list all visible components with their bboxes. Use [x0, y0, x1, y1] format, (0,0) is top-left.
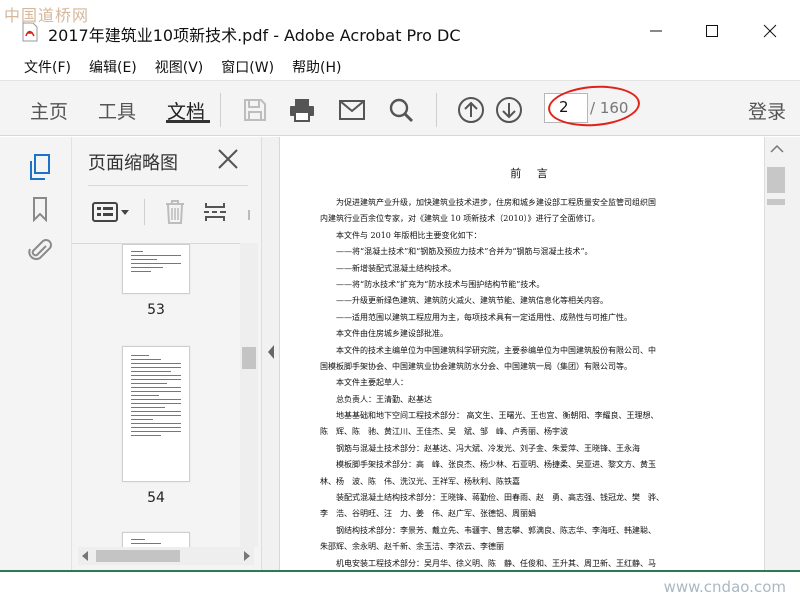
scroll-up-icon[interactable] — [769, 141, 785, 157]
close-panel-icon[interactable] — [216, 147, 242, 173]
main-toolbar: 主页 工具 文档 2 / 160 登录 — [0, 80, 800, 136]
tab-home[interactable]: 主页 — [30, 97, 68, 124]
page-down-icon[interactable] — [494, 95, 524, 125]
window-title: 2017年建筑业10项新技术.pdf - Adobe Acrobat Pro D… — [48, 26, 461, 45]
panel-divider — [88, 185, 248, 186]
close-window-button[interactable] — [750, 16, 790, 46]
thumbnail-page-label: 54 — [147, 490, 165, 506]
thumbnail-scrollbar[interactable] — [240, 243, 258, 547]
email-icon[interactable] — [337, 95, 367, 125]
page-up-icon[interactable] — [456, 95, 486, 125]
scrollbar-thumb[interactable] — [767, 167, 785, 193]
document-line: 钢筋与混凝土技术部分：赵基达、冯大斌、冷发光、刘子金、朱爱萍、王晓锋、王永海 — [336, 443, 640, 453]
page-thumbnails-icon[interactable] — [26, 153, 54, 181]
thumbnail-options-icon[interactable] — [90, 197, 132, 227]
panel-tool-divider — [144, 199, 145, 225]
toolbar-divider — [436, 93, 437, 127]
document-heading: 前 言 — [510, 167, 554, 180]
more-tools-icon[interactable] — [244, 197, 254, 227]
document-line: 国模板脚手架协会、中国建筑业协会建筑防水分会、中国建筑一局（集团）有限公司等。 — [320, 361, 632, 371]
menu-edit[interactable]: 编辑(E) — [89, 57, 137, 77]
menu-help[interactable]: 帮助(H) — [292, 57, 341, 77]
document-line: 机电安装工程技术部分：吴月华、徐义明、陈 静、任俊和、王升其、周卫新、王红静、马 — [336, 558, 656, 568]
rotate-page-icon[interactable] — [202, 197, 228, 227]
document-line: 陈 辉、陈 驰、黄江川、王佳杰、吴 斌、邹 峰、卢秀丽、杨宇波 — [320, 427, 568, 437]
document-line: 为促进建筑产业升级，加快建筑业技术进步，住房和城乡建设部工程质量安全监管司组织国 — [336, 198, 656, 207]
document-line: 总负责人：王清勤、赵基达 — [336, 394, 432, 404]
document-line: ——将“防水技术”扩充为“防水技术与围护结构节能”技术。 — [336, 279, 545, 289]
document-line: 钢结构技术部分：李景芳、戴立先、韦疆宇、曾志攀、郭满良、陈志华、李海旺、韩建聪、 — [336, 525, 656, 535]
scrollbar-marker — [767, 199, 785, 205]
document-line: 地基基础和地下空间工程技术部分： 高文生、王曙光、王也宜、衡朝阳、李耀良、王理想… — [336, 411, 659, 421]
document-scrollbar[interactable] — [764, 137, 800, 570]
scrollbar-thumb[interactable] — [242, 347, 256, 369]
document-line: ——适用范围以建筑工程应用为主，每项技术具有一定适用性、成熟性与可推广性。 — [336, 312, 632, 322]
menu-file[interactable]: 文件(F) — [24, 57, 71, 77]
document-body: 为促进建筑产业升级，加快建筑业技术进步，住房和城乡建设部工程质量安全监管司组织国… — [320, 195, 744, 570]
left-navigation-rail — [0, 137, 72, 570]
scrollbar-thumb[interactable] — [96, 550, 180, 562]
print-icon[interactable] — [287, 95, 317, 125]
bookmark-icon[interactable] — [26, 195, 54, 223]
document-line: 林、杨 波、陈 伟、洗汉光、王祥军、杨秋利、陈铁嘉 — [320, 476, 520, 486]
document-line: ——新增装配式混凝土结构技术。 — [336, 263, 456, 273]
active-tab-underline — [166, 120, 210, 123]
menu-bar: 文件(F) 编辑(E) 视图(V) 窗口(W) 帮助(H) — [0, 54, 800, 80]
title-bar: 2017年建筑业10项新技术.pdf - Adobe Acrobat Pro D… — [0, 0, 800, 52]
login-button[interactable]: 登录 — [748, 97, 786, 124]
pdf-page: 前 言 为促进建筑产业升级，加快建筑业技术进步，住房和城乡建设部工程质量安全监管… — [320, 137, 744, 570]
menu-window[interactable]: 窗口(W) — [221, 57, 274, 77]
collapse-panel-icon[interactable] — [267, 345, 275, 359]
save-icon[interactable] — [240, 95, 270, 125]
document-line: 朱邵辉、余永明、赵千新、余玉洁、李浓云、李德丽 — [320, 542, 504, 552]
document-line: 本文件与 2010 年版相比主要变化如下： — [336, 230, 482, 240]
document-view[interactable]: 前 言 为促进建筑产业升级，加快建筑业技术进步，住房和城乡建设部工程质量安全监管… — [280, 137, 764, 570]
toolbar-divider — [220, 93, 221, 127]
page-thumbnail-54[interactable] — [122, 346, 190, 482]
thumbnail-page-label: 53 — [147, 302, 165, 318]
thumbnail-panel: 页面缩略图 53 54 — [72, 137, 262, 570]
watermark-top-left: 中国道桥网 — [4, 6, 90, 25]
document-line: 模板脚手架技术部分：高 峰、张良杰、杨少林、石亚明、杨捷柔、吴亚进、黎文方、黄玉 — [336, 460, 656, 470]
document-line: 装配式混凝土结构技术部分：王晓锋、蒋勤俭、田春雨、赵 勇、高志强、钱冠龙、樊 骅… — [336, 493, 664, 503]
thumbnail-horizontal-scrollbar[interactable] — [78, 547, 254, 565]
watermark-bottom-right: www.cndao.com — [663, 578, 786, 596]
document-line: 本文件的技术主编单位为中国建筑科学研究院，主要参编单位为中国建筑股份有限公司、中 — [336, 345, 656, 355]
attachment-icon[interactable] — [26, 237, 54, 265]
document-line: ——将“混凝土技术”和“钢筋及预应力技术”合并为“钢筋与混凝土技术”。 — [336, 247, 593, 257]
delete-page-icon[interactable] — [162, 197, 188, 227]
search-icon[interactable] — [386, 95, 416, 125]
document-line: ——升级更新绿色建筑、建筑防火减火、建筑节能、建筑信息化等相关内容。 — [336, 296, 608, 306]
tab-tools[interactable]: 工具 — [98, 97, 136, 124]
document-line: 本文件由住房城乡建设部批准。 — [336, 329, 448, 339]
page-thumbnail-55[interactable] — [122, 532, 190, 547]
thumbnail-list[interactable]: 53 54 — [72, 243, 240, 547]
document-line: 本文件主要起草人： — [336, 378, 408, 388]
maximize-button[interactable] — [692, 16, 732, 46]
document-line: 李 浩、谷明旺、汪 力、姜 伟、赵广军、张德铝、周丽娟 — [320, 509, 536, 519]
panel-splitter[interactable] — [262, 137, 280, 570]
minimize-button[interactable] — [636, 16, 676, 46]
menu-view[interactable]: 视图(V) — [155, 57, 204, 77]
panel-title: 页面缩略图 — [88, 153, 178, 174]
document-line: 内建筑行业百余位专家，对《建筑业 10 项新技术（2010）》进行了全面修订。 — [320, 214, 600, 224]
page-thumbnail-53[interactable] — [122, 244, 190, 294]
